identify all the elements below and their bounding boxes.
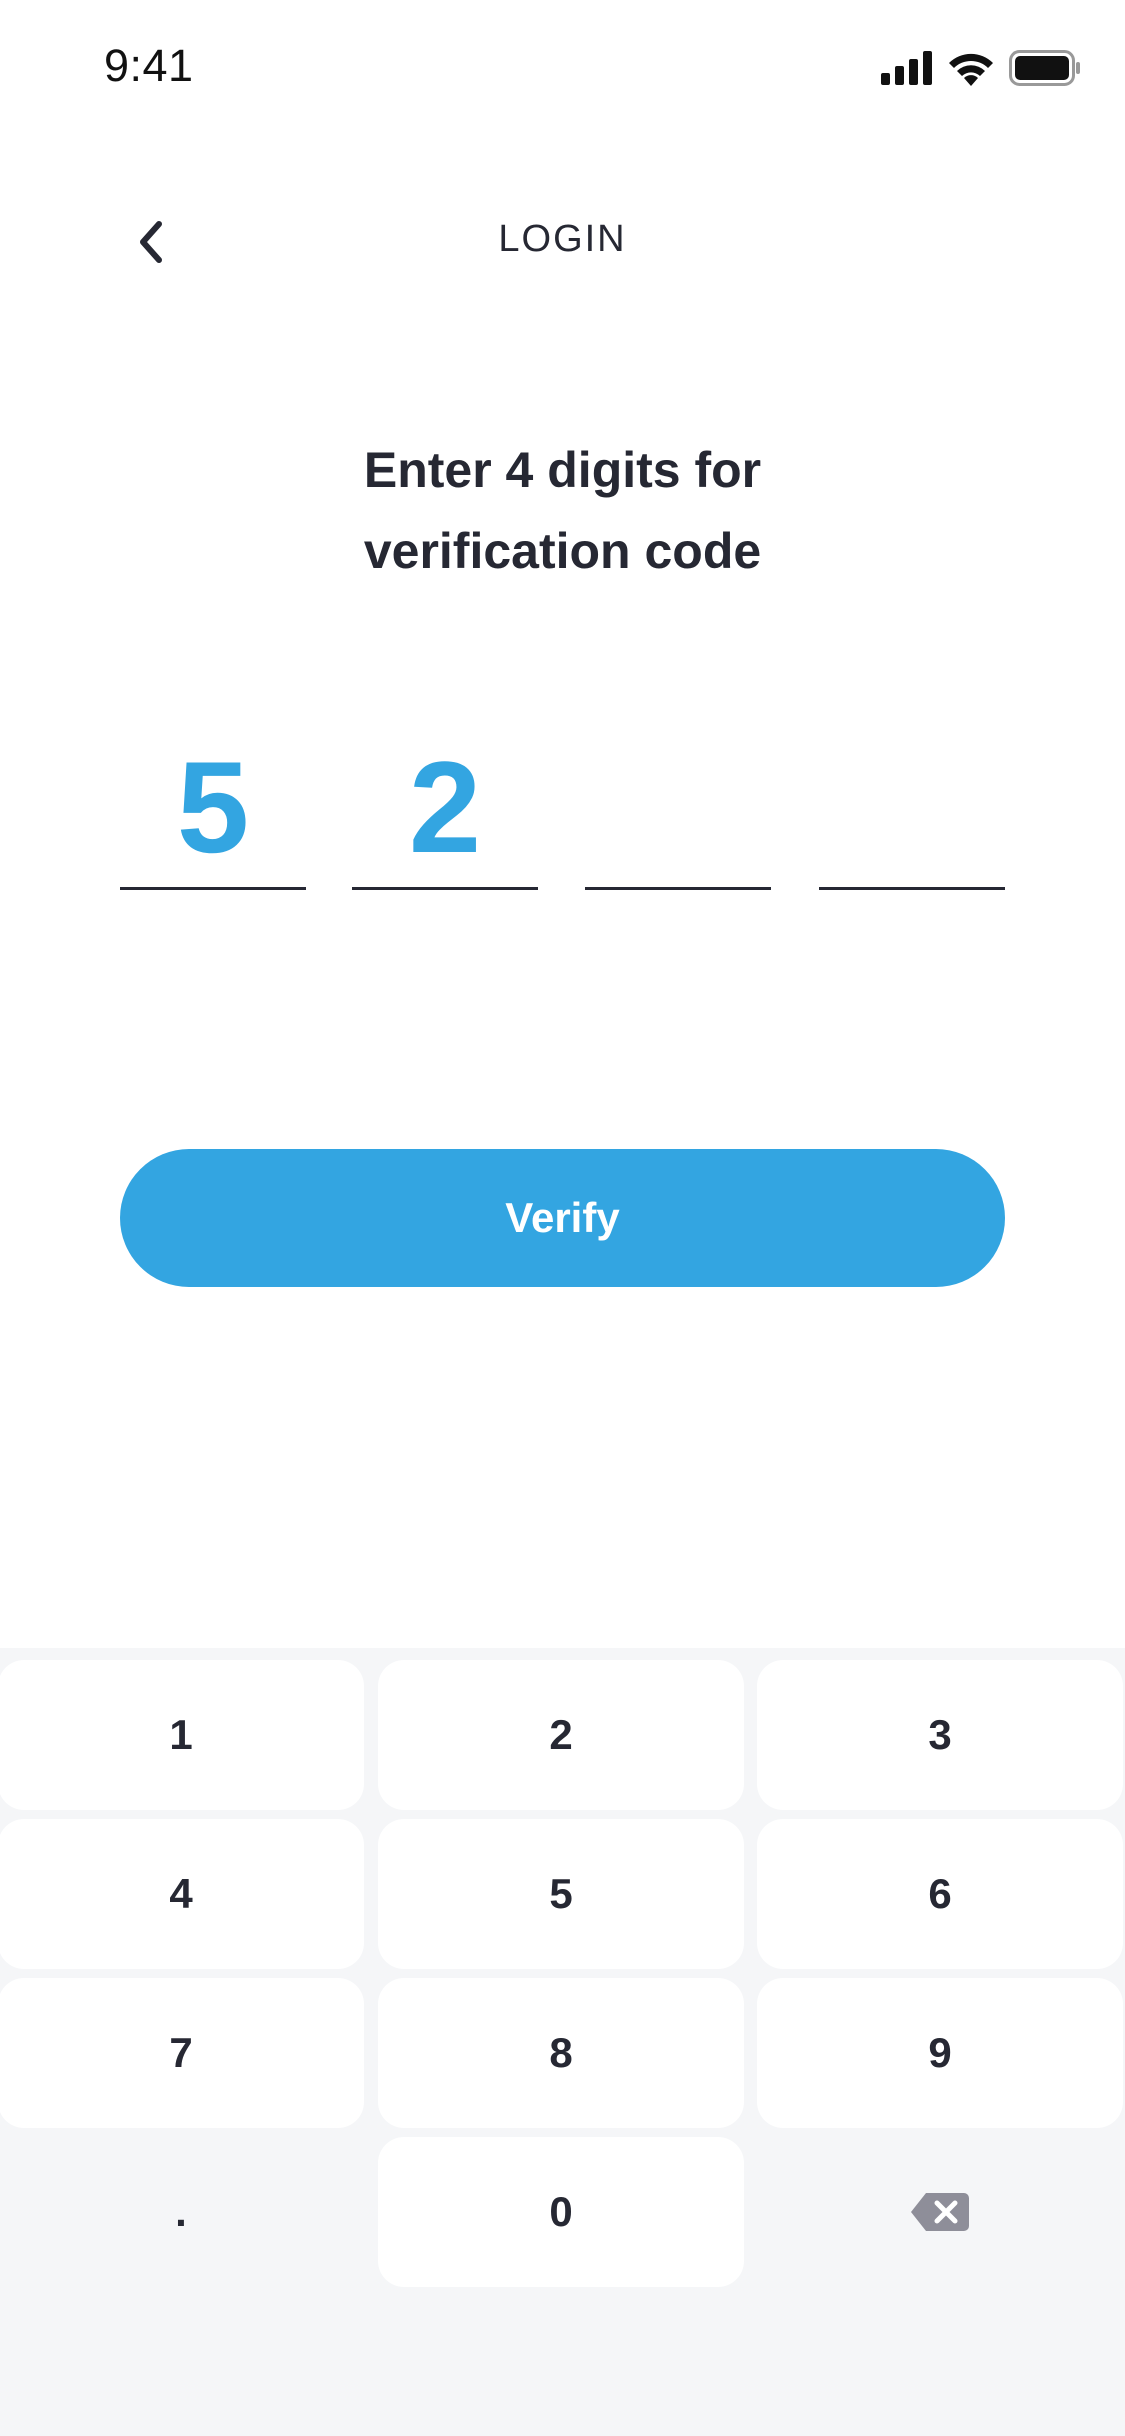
verification-code-input[interactable]: 5 2	[120, 720, 1005, 890]
code-digit-field-1[interactable]: 5	[120, 720, 306, 890]
status-time: 9:41	[104, 40, 194, 91]
key-decimal[interactable]: .	[0, 2137, 364, 2287]
key-1[interactable]: 1	[0, 1660, 364, 1810]
key-0[interactable]: 0	[378, 2137, 744, 2287]
key-8[interactable]: 8	[378, 1978, 744, 2128]
verify-button[interactable]: Verify	[120, 1149, 1005, 1287]
status-icons	[881, 48, 1081, 88]
prompt-line-1: Enter 4 digits for	[363, 442, 762, 498]
battery-icon	[1009, 50, 1080, 86]
nav-header: LOGIN	[0, 200, 1125, 280]
code-digit: 2	[408, 734, 482, 880]
numeric-keypad: 1 2 3 4 5 6 7 8 9 . 0	[0, 1648, 1125, 2436]
verification-prompt: Enter 4 digits for verification code	[0, 430, 1125, 592]
key-2[interactable]: 2	[378, 1660, 744, 1810]
key-4[interactable]: 4	[0, 1819, 364, 1969]
code-digit-field-3[interactable]	[585, 720, 771, 890]
prompt-line-2: verification code	[363, 523, 762, 579]
key-3[interactable]: 3	[757, 1660, 1123, 1810]
key-9[interactable]: 9	[757, 1978, 1123, 2128]
signal-icon	[881, 51, 932, 85]
page-title: LOGIN	[498, 218, 627, 260]
key-5[interactable]: 5	[378, 1819, 744, 1969]
status-bar: 9:41	[0, 0, 1125, 132]
backspace-key[interactable]	[757, 2137, 1123, 2287]
backspace-icon	[911, 2193, 969, 2231]
wifi-icon	[949, 53, 993, 86]
key-6[interactable]: 6	[757, 1819, 1123, 1969]
code-digit: 5	[176, 734, 250, 880]
code-digit-field-4[interactable]	[819, 720, 1005, 890]
code-digit-field-2[interactable]: 2	[352, 720, 538, 890]
key-7[interactable]: 7	[0, 1978, 364, 2128]
